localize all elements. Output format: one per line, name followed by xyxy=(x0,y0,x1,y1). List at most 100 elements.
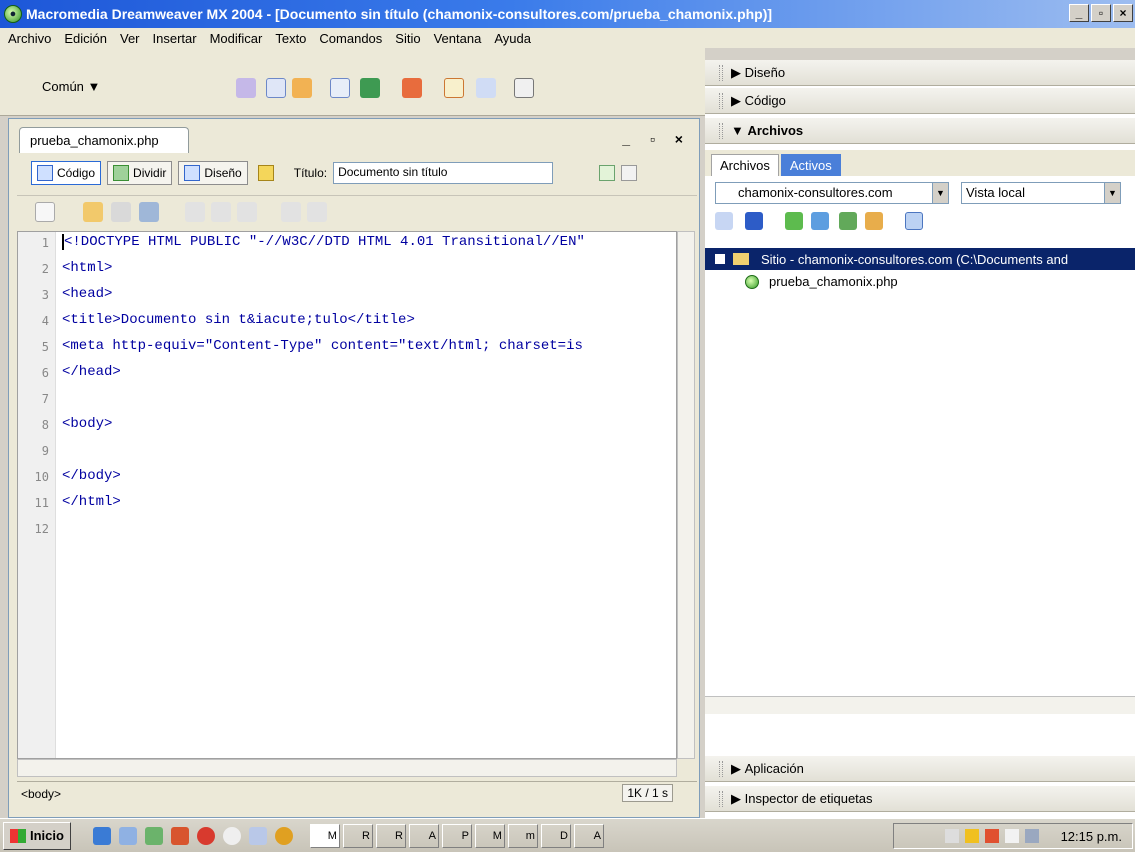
dreamweaver-app-icon[interactable]: ● xyxy=(4,5,22,23)
code-line[interactable]: </body> xyxy=(62,468,121,484)
new-file-icon[interactable] xyxy=(35,202,55,222)
taskbar-task[interactable]: P xyxy=(441,823,472,848)
taskbar-dreamweaver[interactable]: M xyxy=(309,823,340,848)
paste-icon[interactable] xyxy=(237,202,257,222)
menu-sitio[interactable]: Sitio xyxy=(395,31,420,46)
document-title-input[interactable]: Documento sin título xyxy=(333,162,554,184)
table-icon[interactable] xyxy=(330,78,350,98)
redo-icon[interactable] xyxy=(307,202,327,222)
media-icon[interactable] xyxy=(402,78,422,98)
taskbar-task[interactable]: m xyxy=(507,823,538,848)
code-line[interactable]: <html> xyxy=(62,260,112,276)
quicklaunch-icon[interactable] xyxy=(144,826,163,845)
volume-icon[interactable] xyxy=(944,829,959,843)
menu-modificar[interactable]: Modificar xyxy=(210,31,263,46)
comment-icon[interactable] xyxy=(476,78,496,98)
menu-edicion[interactable]: Edición xyxy=(64,31,107,46)
email-link-icon[interactable] xyxy=(266,78,286,98)
image-icon[interactable] xyxy=(360,78,380,98)
collapse-icon[interactable] xyxy=(715,254,725,264)
taskbar-task[interactable]: A xyxy=(573,823,604,848)
get-file-icon[interactable] xyxy=(785,212,803,230)
power-icon[interactable] xyxy=(964,829,979,843)
tray-icon[interactable] xyxy=(1004,829,1019,843)
quicklaunch-icon[interactable] xyxy=(222,826,241,845)
start-button[interactable]: Inicio xyxy=(3,821,71,850)
menu-archivo[interactable]: Archivo xyxy=(8,31,51,46)
taskbar-task[interactable]: D xyxy=(540,823,571,848)
menu-comandos[interactable]: Comandos xyxy=(319,31,382,46)
open-folder-icon[interactable] xyxy=(83,202,103,222)
expand-icon[interactable] xyxy=(905,212,923,230)
document-window-controls[interactable]: _ ▫ × xyxy=(622,131,691,147)
panel-grip-icon xyxy=(719,760,723,777)
code-line[interactable]: <body> xyxy=(62,416,112,432)
code-line[interactable]: </head> xyxy=(62,364,121,380)
quicklaunch-icon[interactable] xyxy=(196,826,215,845)
menu-insertar[interactable]: Insertar xyxy=(153,31,197,46)
line-number: 5 xyxy=(41,340,49,354)
code-line[interactable]: <head> xyxy=(62,286,112,302)
cut-icon[interactable] xyxy=(185,202,205,222)
tag-selector[interactable]: <body> xyxy=(21,787,61,801)
files-horizontal-scrollbar[interactable] xyxy=(705,696,1135,714)
taskbar-task[interactable]: M xyxy=(474,823,505,848)
ie-quicklaunch-icon[interactable] xyxy=(92,826,111,845)
quicklaunch-icon[interactable] xyxy=(274,826,293,845)
quicklaunch-icon[interactable] xyxy=(170,826,189,845)
browser-check-icon[interactable] xyxy=(599,165,616,181)
panel-header-design[interactable]: ▶ Diseño xyxy=(705,60,1135,86)
check-in-icon[interactable] xyxy=(865,212,883,230)
insert-category-dropdown[interactable]: Común ▼ xyxy=(42,79,100,94)
templates-icon[interactable] xyxy=(514,78,534,98)
code-editor[interactable]: 1 2 3 4 5 6 7 8 9 10 11 12 <!DOCTYPE HTM… xyxy=(17,231,677,759)
close-button[interactable]: × xyxy=(1113,4,1133,22)
refresh-icon[interactable] xyxy=(745,212,763,230)
date-icon[interactable] xyxy=(444,78,464,98)
live-data-icon[interactable] xyxy=(257,165,274,181)
check-out-icon[interactable] xyxy=(839,212,857,230)
split-view-button[interactable]: Dividir xyxy=(107,161,173,185)
save-icon[interactable] xyxy=(111,202,131,222)
site-select[interactable]: chamonix-consultores.com ▼ xyxy=(715,182,949,204)
code-horizontal-scrollbar[interactable] xyxy=(17,759,677,777)
taskbar-task[interactable]: A xyxy=(408,823,439,848)
menu-ventana[interactable]: Ventana xyxy=(434,31,482,46)
taskbar-task[interactable]: R xyxy=(342,823,373,848)
file-row[interactable]: prueba_chamonix.php xyxy=(745,274,898,289)
desktop-quicklaunch-icon[interactable] xyxy=(118,826,137,845)
view-select[interactable]: Vista local ▼ xyxy=(961,182,1121,204)
menu-ayuda[interactable]: Ayuda xyxy=(494,31,531,46)
code-line[interactable]: <meta http-equiv="Content-Type" content=… xyxy=(62,338,583,354)
menu-ver[interactable]: Ver xyxy=(120,31,140,46)
tab-activos[interactable]: Activos xyxy=(780,154,841,176)
design-view-button[interactable]: Diseño xyxy=(178,161,248,185)
panel-header-code[interactable]: ▶ Código xyxy=(705,88,1135,114)
tray-icon[interactable] xyxy=(1024,829,1039,843)
panel-header-tag-inspector[interactable]: ▶ Inspector de etiquetas xyxy=(705,786,1135,812)
minimize-button[interactable]: _ xyxy=(1069,4,1089,22)
put-file-icon[interactable] xyxy=(811,212,829,230)
save-all-icon[interactable] xyxy=(139,202,159,222)
code-line[interactable]: <title>Documento sin t&iacute;tulo</titl… xyxy=(62,312,415,328)
quicklaunch-icon[interactable] xyxy=(248,826,267,845)
taskbar-task[interactable]: R xyxy=(375,823,406,848)
tab-archivos[interactable]: Archivos xyxy=(711,154,779,176)
panel-header-application[interactable]: ▶ Aplicación xyxy=(705,756,1135,782)
panel-header-files[interactable]: ▼ Archivos xyxy=(705,118,1135,144)
menu-texto[interactable]: Texto xyxy=(275,31,306,46)
file-management-icon[interactable] xyxy=(621,165,638,181)
connect-icon[interactable] xyxy=(715,212,733,230)
document-tab[interactable]: prueba_chamonix.php xyxy=(19,127,189,153)
copy-icon[interactable] xyxy=(211,202,231,222)
site-root-row[interactable]: Sitio - chamonix-consultores.com (C:\Doc… xyxy=(705,248,1135,270)
code-line[interactable]: <!DOCTYPE HTML PUBLIC "-//W3C//DTD HTML … xyxy=(62,234,585,250)
hyperlink-icon[interactable] xyxy=(236,78,256,98)
named-anchor-icon[interactable] xyxy=(292,78,312,98)
code-view-button[interactable]: Código xyxy=(31,161,102,185)
code-vertical-scrollbar[interactable] xyxy=(677,231,695,759)
code-line[interactable]: </html> xyxy=(62,494,121,510)
undo-icon[interactable] xyxy=(281,202,301,222)
maximize-button[interactable]: ▫ xyxy=(1091,4,1111,22)
tray-icon[interactable] xyxy=(984,829,999,843)
